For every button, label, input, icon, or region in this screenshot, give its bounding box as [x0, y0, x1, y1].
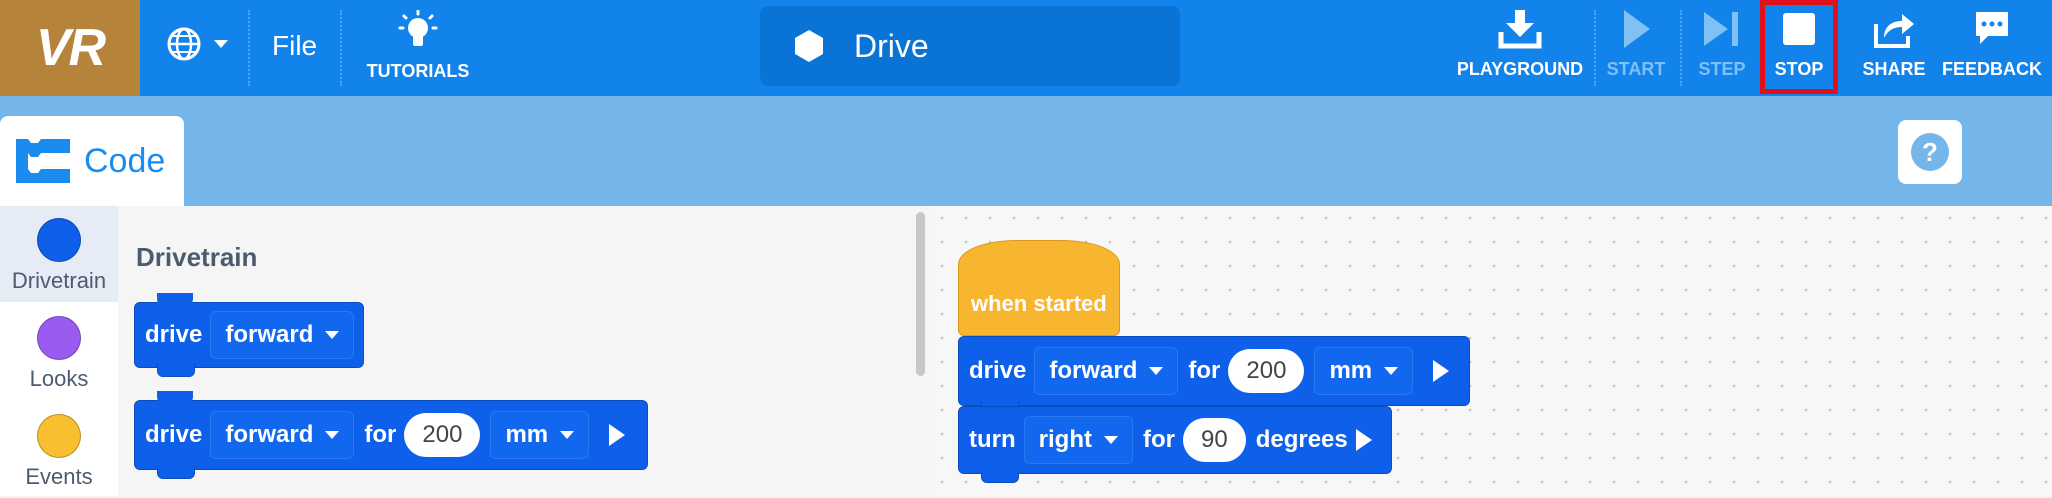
dropdown-value: mm: [505, 421, 549, 448]
download-icon: [1498, 10, 1542, 49]
help-button[interactable]: ?: [1898, 120, 1962, 184]
block-verb: turn: [969, 426, 1016, 453]
category-looks[interactable]: Looks: [0, 304, 118, 400]
distance-input[interactable]: 200: [1228, 349, 1305, 393]
unit-dropdown[interactable]: mm: [490, 411, 590, 459]
palette-drive-block[interactable]: drive forward: [134, 293, 364, 377]
project-name: Drive: [854, 27, 929, 64]
start-label: START: [1606, 59, 1666, 79]
caret-down-icon: [1384, 367, 1399, 375]
hat-label: when started: [971, 291, 1107, 316]
feedback-icon: [1976, 12, 2008, 44]
language-menu[interactable]: [166, 26, 230, 62]
stop-highlight-box: [1760, 0, 1838, 94]
unit-dropdown[interactable]: mm: [1314, 347, 1414, 395]
divider: [1594, 10, 1596, 86]
workspace-turn-block[interactable]: turn right for 90 degrees: [958, 406, 1392, 483]
divider: [1680, 10, 1682, 86]
category-label: Drivetrain: [11, 268, 107, 293]
run-block-icon[interactable]: [1355, 429, 1372, 451]
tutorials-label: TUTORIALS: [366, 61, 470, 81]
dropdown-value: forward: [225, 321, 314, 348]
dropdown-value: right: [1038, 426, 1092, 453]
start-button[interactable]: START: [1600, 8, 1672, 80]
step-icon: [1704, 12, 1738, 46]
category-label: Events: [25, 464, 93, 489]
tab-code-label: Code: [84, 141, 166, 180]
direction-dropdown[interactable]: forward: [1034, 347, 1179, 395]
dropdown-value: forward: [1049, 357, 1138, 384]
share-button[interactable]: SHARE: [1854, 8, 1934, 80]
block-verb: drive: [969, 357, 1027, 384]
caret-down-icon: [325, 331, 340, 339]
block-notch: [157, 293, 193, 305]
block-tab: [157, 364, 195, 377]
play-icon: [1624, 10, 1650, 48]
share-icon: [1874, 14, 1914, 48]
step-label: STEP: [1698, 59, 1746, 79]
caret-down-icon: [1103, 436, 1118, 444]
file-menu-button[interactable]: File: [272, 30, 317, 62]
block-verb: drive: [145, 421, 203, 448]
chevron-down-icon: [214, 40, 228, 48]
dropdown-value: forward: [225, 421, 314, 448]
run-block-icon[interactable]: [609, 424, 626, 446]
caret-down-icon: [325, 431, 340, 439]
playground-button[interactable]: PLAYGROUND: [1456, 8, 1584, 80]
category-events[interactable]: Events: [0, 402, 118, 498]
workspace-drive-block[interactable]: drive forward for 200 mm: [958, 336, 1470, 415]
block-for-text: for: [1188, 357, 1221, 384]
category-drivetrain[interactable]: Drivetrain: [0, 206, 118, 302]
divider: [248, 10, 250, 86]
direction-dropdown[interactable]: right: [1023, 416, 1133, 464]
events-dot-icon: [37, 414, 81, 458]
lightbulb-icon: [398, 9, 438, 46]
when-started-block[interactable]: when started: [958, 240, 1120, 336]
drivetrain-dot-icon: [37, 218, 81, 262]
step-button[interactable]: STEP: [1686, 8, 1758, 80]
block-notch: [157, 391, 193, 403]
feedback-label: FEEDBACK: [1942, 59, 2043, 79]
playground-label: PLAYGROUND: [1456, 59, 1584, 79]
globe-icon: [167, 27, 201, 61]
run-block-icon[interactable]: [1433, 360, 1450, 382]
divider: [340, 10, 342, 86]
help-icon: ?: [1911, 133, 1949, 171]
caret-down-icon: [1149, 367, 1164, 375]
block-verb: drive: [145, 321, 203, 348]
caret-down-icon: [560, 431, 575, 439]
vr-logo[interactable]: VR: [0, 0, 140, 96]
tutorials-button[interactable]: TUTORIALS: [366, 9, 470, 82]
logo-text: VR: [35, 19, 106, 77]
palette-drive-for-block[interactable]: drive forward for 200 mm: [134, 391, 648, 479]
direction-dropdown[interactable]: forward: [210, 311, 355, 359]
block-for-text: for: [364, 421, 397, 448]
block-for-text: for: [1142, 426, 1175, 453]
svg-text:?: ?: [1922, 137, 1938, 167]
palette-scrollbar[interactable]: [916, 212, 925, 376]
editor-tab-bar: [0, 96, 2052, 206]
feedback-button[interactable]: FEEDBACK: [1942, 8, 2042, 80]
block-tab: [157, 466, 195, 479]
blocks-icon: [16, 139, 70, 183]
block-tab: [981, 470, 1019, 483]
category-list: Drivetrain Looks Events: [0, 206, 118, 496]
distance-input[interactable]: 200: [404, 413, 481, 457]
tab-code[interactable]: Code: [0, 116, 184, 206]
dropdown-value: mm: [1329, 357, 1373, 384]
direction-dropdown[interactable]: forward: [210, 411, 355, 459]
palette-section-title: Drivetrain: [136, 242, 258, 272]
looks-dot-icon: [37, 316, 81, 360]
hexagon-icon: [795, 30, 823, 62]
block-unit-text: degrees: [1255, 426, 1348, 453]
category-label: Looks: [29, 366, 89, 391]
share-label: SHARE: [1862, 59, 1926, 79]
angle-input[interactable]: 90: [1182, 418, 1246, 462]
project-name-field[interactable]: Drive: [760, 6, 1180, 86]
